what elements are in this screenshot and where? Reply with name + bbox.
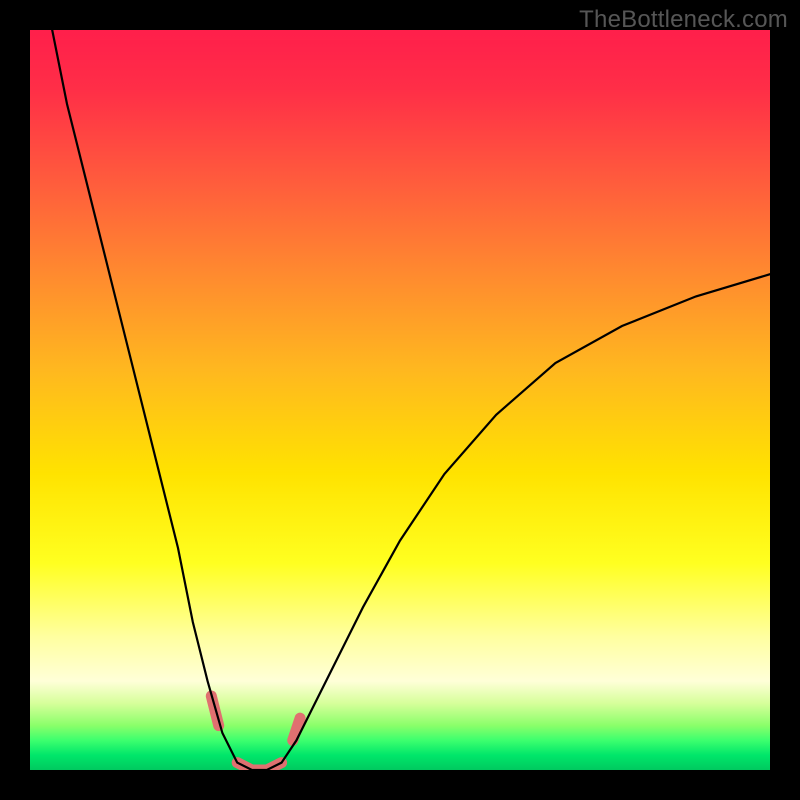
trough-highlight-markers [211,696,300,770]
curve-svg [30,30,770,770]
bottleneck-curve-line [52,30,770,770]
plot-area [30,30,770,770]
outer-frame: TheBottleneck.com [0,0,800,800]
